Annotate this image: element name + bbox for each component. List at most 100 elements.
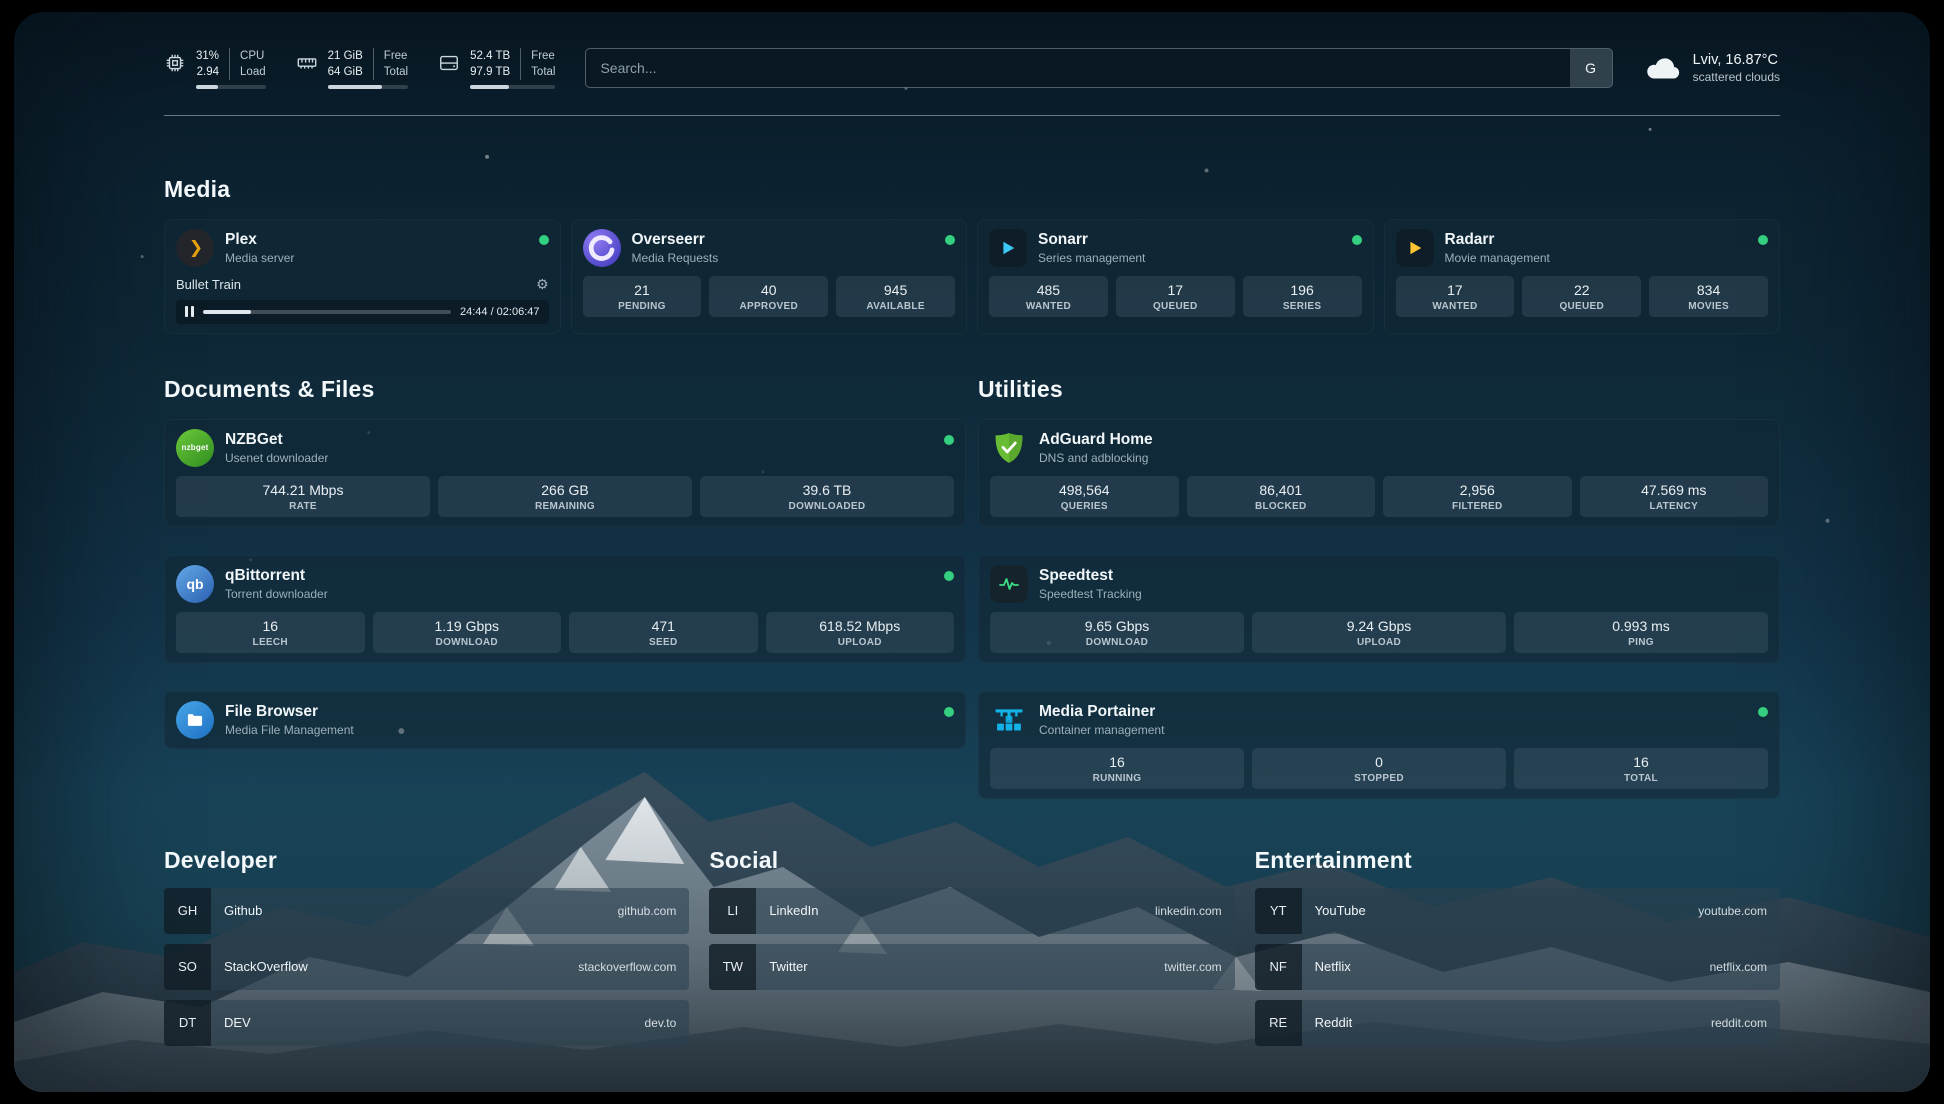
stat-box: 16RUNNING: [990, 748, 1244, 789]
bookmark-url: twitter.com: [1164, 960, 1221, 974]
memory-label2: Total: [384, 64, 408, 80]
service-title: Plex: [225, 231, 294, 249]
cpu-percent: 31%: [196, 48, 219, 64]
status-dot-online: [1352, 235, 1362, 245]
disk-label2: Total: [531, 64, 555, 80]
disk-usage-bar: [470, 85, 555, 89]
playback-progress-bar[interactable]: [203, 310, 451, 314]
memory-usage-bar: [328, 85, 408, 89]
bookmark-abbr: GH: [164, 888, 211, 934]
stat-box: 39.6 TBDOWNLOADED: [700, 476, 954, 517]
gear-icon[interactable]: ⚙: [536, 276, 549, 293]
stat-box: 2,956FILTERED: [1383, 476, 1572, 517]
bookmark-reddit[interactable]: RE Reddit reddit.com: [1255, 1000, 1780, 1046]
bookmark-github[interactable]: GH Github github.com: [164, 888, 689, 934]
section-entertainment: Entertainment YT YouTube youtube.com NF …: [1255, 847, 1780, 1056]
service-title: qBittorrent: [225, 567, 328, 585]
service-card-nzbget[interactable]: nzbget NZBGet Usenet downloader 744.21 M…: [164, 419, 966, 527]
media-heading: Media: [164, 176, 1780, 203]
bookmark-abbr: YT: [1255, 888, 1302, 934]
playback-time: 24:44 / 02:06:47: [460, 306, 540, 318]
status-dot-online: [944, 435, 954, 445]
section-utilities: Utilities AdGuard Home DNS and: [978, 376, 1780, 799]
service-card-qbittorrent[interactable]: qb qBittorrent Torrent downloader 16LEEC…: [164, 555, 966, 663]
service-title: AdGuard Home: [1039, 431, 1153, 449]
bookmark-dev[interactable]: DT DEV dev.to: [164, 1000, 689, 1046]
service-card-sonarr[interactable]: Sonarr Series management 485WANTED 17QUE…: [977, 219, 1374, 334]
service-title: Media Portainer: [1039, 703, 1164, 721]
search-provider-button[interactable]: G: [1570, 49, 1612, 87]
bookmark-url: dev.to: [645, 1016, 677, 1030]
service-title: Sonarr: [1038, 231, 1145, 249]
disk-total: 97.9 TB: [470, 64, 510, 80]
section-developer: Developer GH Github github.com SO StackO…: [164, 847, 689, 1056]
memory-total: 64 GiB: [328, 64, 363, 80]
bookmark-youtube[interactable]: YT YouTube youtube.com: [1255, 888, 1780, 934]
stat-box: 266 GBREMAINING: [438, 476, 692, 517]
nzbget-icon: nzbget: [176, 429, 214, 467]
documents-heading: Documents & Files: [164, 376, 966, 403]
status-dot-online: [944, 571, 954, 581]
stat-box: 744.21 MbpsRATE: [176, 476, 430, 517]
stat-box: 16TOTAL: [1514, 748, 1768, 789]
bookmark-name: Twitter: [769, 959, 807, 974]
status-dot-online: [945, 235, 955, 245]
bookmark-twitter[interactable]: TW Twitter twitter.com: [709, 944, 1234, 990]
speedtest-icon: [990, 565, 1028, 603]
service-subtitle: Usenet downloader: [225, 451, 328, 465]
stat-box: 17QUEUED: [1116, 276, 1235, 317]
disk-icon: [438, 52, 460, 74]
bookmark-url: github.com: [618, 904, 677, 918]
service-subtitle: Container management: [1039, 723, 1164, 737]
utilities-heading: Utilities: [978, 376, 1780, 403]
service-title: Overseerr: [632, 231, 719, 249]
stat-box: 1.19 GbpsDOWNLOAD: [373, 612, 562, 653]
bookmark-netflix[interactable]: NF Netflix netflix.com: [1255, 944, 1780, 990]
service-card-plex[interactable]: ❯ Plex Media server Bullet Train ⚙: [164, 219, 561, 334]
cpu-icon: [164, 52, 186, 74]
radarr-icon: [1396, 229, 1434, 267]
stat-box: 17WANTED: [1396, 276, 1515, 317]
overseerr-icon: [583, 229, 621, 267]
filebrowser-icon: [176, 701, 214, 739]
service-card-overseerr[interactable]: Overseerr Media Requests 21PENDING 40APP…: [571, 219, 968, 334]
bookmark-abbr: LI: [709, 888, 756, 934]
bookmark-name: Netflix: [1315, 959, 1351, 974]
cpu-label: CPU: [240, 48, 266, 64]
service-title: Speedtest: [1039, 567, 1142, 585]
stat-box: 196SERIES: [1243, 276, 1362, 317]
bookmark-abbr: TW: [709, 944, 756, 990]
divider: [520, 48, 521, 80]
service-card-portainer[interactable]: Media Portainer Container management 16R…: [978, 691, 1780, 799]
bookmark-name: Github: [224, 903, 262, 918]
social-heading: Social: [709, 847, 1234, 874]
service-card-filebrowser[interactable]: File Browser Media File Management: [164, 691, 966, 749]
cpu-label2: Load: [240, 64, 266, 80]
stat-box: 471SEED: [569, 612, 758, 653]
stat-box: 16LEECH: [176, 612, 365, 653]
stat-box: 9.24 GbpsUPLOAD: [1252, 612, 1506, 653]
service-subtitle: Speedtest Tracking: [1039, 587, 1142, 601]
bookmark-name: StackOverflow: [224, 959, 308, 974]
memory-label: Free: [384, 48, 408, 64]
weather-widget[interactable]: Lviv, 16.87°C scattered clouds: [1643, 52, 1780, 84]
bookmark-linkedin[interactable]: LI LinkedIn linkedin.com: [709, 888, 1234, 934]
disk-widget: 52.4 TB 97.9 TB Free Total: [438, 48, 555, 89]
pause-icon[interactable]: [185, 306, 194, 317]
stat-box: 945AVAILABLE: [836, 276, 955, 317]
service-subtitle: Media server: [225, 251, 294, 265]
service-card-radarr[interactable]: Radarr Movie management 17WANTED 22QUEUE…: [1384, 219, 1781, 334]
service-card-speedtest[interactable]: Speedtest Speedtest Tracking 9.65 GbpsDO…: [978, 555, 1780, 663]
bookmark-stackoverflow[interactable]: SO StackOverflow stackoverflow.com: [164, 944, 689, 990]
stat-box: 485WANTED: [989, 276, 1108, 317]
bookmark-name: LinkedIn: [769, 903, 818, 918]
search-input[interactable]: [585, 48, 1612, 88]
service-card-adguard[interactable]: AdGuard Home DNS and adblocking 498,564Q…: [978, 419, 1780, 527]
bookmark-abbr: SO: [164, 944, 211, 990]
service-subtitle: Media File Management: [225, 723, 354, 737]
service-subtitle: Movie management: [1445, 251, 1550, 265]
weather-condition: scattered clouds: [1693, 70, 1780, 84]
bookmark-name: YouTube: [1315, 903, 1366, 918]
service-subtitle: Series management: [1038, 251, 1145, 265]
service-subtitle: Torrent downloader: [225, 587, 328, 601]
